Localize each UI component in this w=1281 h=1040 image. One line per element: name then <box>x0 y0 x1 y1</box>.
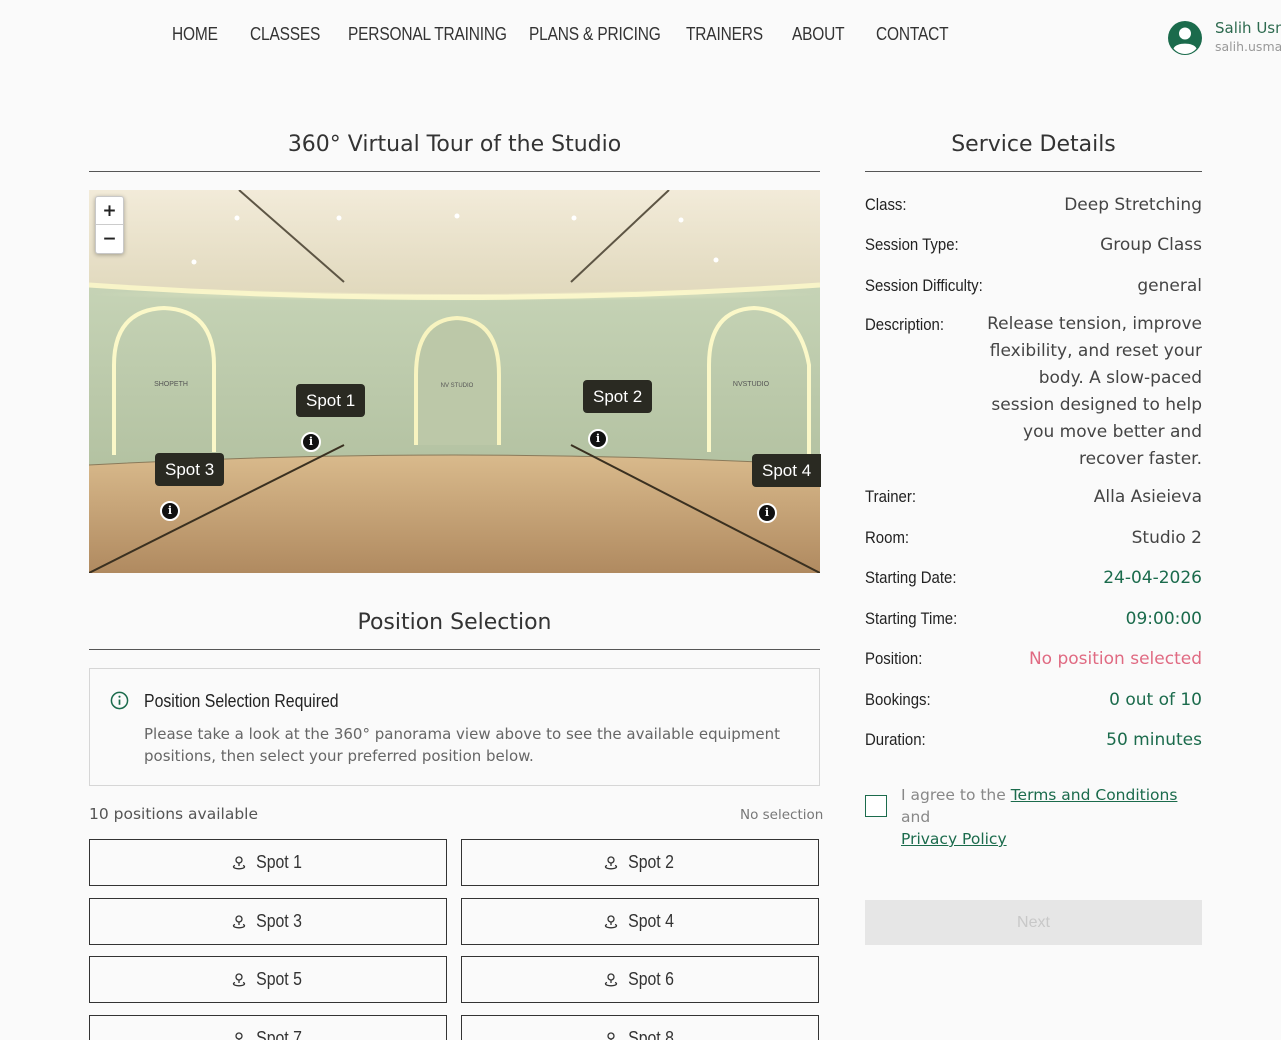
spot-button-label: Spot 5 <box>256 969 302 989</box>
hotspot-spot-3-label[interactable]: Spot 3 <box>155 453 225 486</box>
location-pin-icon <box>604 914 618 928</box>
nav-links: HOME CLASSES PERSONAL TRAINING PLANS & P… <box>172 24 978 45</box>
hotspot-spot-1-label[interactable]: Spot 1 <box>296 384 366 417</box>
info-circle-icon <box>110 691 129 710</box>
spot-8-button[interactable]: Spot 8 <box>461 1015 819 1040</box>
location-pin-icon <box>232 972 246 986</box>
location-pin-icon <box>232 914 246 928</box>
hotspot-spot-4-label[interactable]: Spot 4 <box>752 454 822 487</box>
terms-prefix: I agree to the <box>901 786 1011 804</box>
nav-personal-training[interactable]: PERSONAL TRAINING <box>348 24 507 45</box>
spot-button-label: Spot 7 <box>256 1028 302 1040</box>
nav-classes[interactable]: CLASSES <box>250 24 320 45</box>
spot-5-button[interactable]: Spot 5 <box>89 956 447 1003</box>
position-value: No position selected <box>1028 649 1202 669</box>
starting-date-label: Starting Date: <box>865 568 957 587</box>
tour-title: 360° Virtual Tour of the Studio <box>287 132 622 157</box>
zoom-control: + − <box>95 196 124 254</box>
user-name: Salih Usm <box>1215 19 1281 37</box>
svg-text:NVSTUDIO: NVSTUDIO <box>733 381 770 388</box>
duration-label: Duration: <box>865 730 926 749</box>
svg-text:SHOPETH: SHOPETH <box>154 381 188 388</box>
class-label: Class: <box>865 195 907 214</box>
terms-and: and <box>901 808 931 826</box>
user-email: salih.usma <box>1215 39 1281 54</box>
nav-trainers[interactable]: TRAINERS <box>686 24 763 45</box>
hotspot-spot-1-info-icon[interactable]: i <box>301 432 321 452</box>
user-circle-icon <box>1168 21 1202 55</box>
location-pin-icon <box>604 855 618 869</box>
position-selection-title: Position Selection <box>357 610 552 635</box>
trainer-value: Alla Asieieva <box>1093 487 1202 507</box>
terms-link[interactable]: Terms and Conditions <box>1011 786 1178 804</box>
bookings-value: 0 out of 10 <box>1109 690 1202 710</box>
hotspot-spot-2-label[interactable]: Spot 2 <box>583 380 653 413</box>
next-button[interactable]: Next <box>865 900 1202 945</box>
hotspot-spot-2-info-icon[interactable]: i <box>588 429 608 449</box>
service-details-title: Service Details <box>951 132 1116 157</box>
svg-text:NV STUDIO: NV STUDIO <box>441 383 474 389</box>
zoom-in-button[interactable]: + <box>96 197 123 225</box>
location-pin-icon <box>604 972 618 986</box>
nav-contact[interactable]: CONTACT <box>876 24 949 45</box>
spot-button-label: Spot 4 <box>628 911 674 931</box>
starting-date-value: 24-04-2026 <box>1103 568 1202 588</box>
spot-button-label: Spot 2 <box>628 852 674 872</box>
terms-text: I agree to the Terms and Conditions and P… <box>901 784 1211 850</box>
starting-time-label: Starting Time: <box>865 609 958 628</box>
class-value: Deep Stretching <box>1064 195 1202 215</box>
room-label: Room: <box>865 528 910 547</box>
room-value: Studio 2 <box>1131 528 1202 548</box>
spot-1-button[interactable]: Spot 1 <box>89 839 447 886</box>
bookings-label: Bookings: <box>865 690 931 709</box>
spot-4-button[interactable]: Spot 4 <box>461 898 819 945</box>
session-type-value: Group Class <box>1100 235 1202 255</box>
panorama-image: SHOPETH NV STUDIO NVSTUDIO <box>89 190 820 573</box>
spot-button-label: Spot 3 <box>256 911 302 931</box>
top-navigation: HOME CLASSES PERSONAL TRAINING PLANS & P… <box>0 0 1281 72</box>
duration-value: 50 minutes <box>1106 730 1202 750</box>
hotspot-spot-4-info-icon[interactable]: i <box>757 503 777 523</box>
selection-status: No selection <box>740 807 824 823</box>
position-label: Position: <box>865 649 923 668</box>
service-title-divider <box>865 171 1202 172</box>
description-label: Description: <box>865 315 944 334</box>
location-pin-icon <box>232 855 246 869</box>
panorama-viewer[interactable]: SHOPETH NV STUDIO NVSTUDIO <box>89 190 820 573</box>
trainer-label: Trainer: <box>865 487 916 506</box>
starting-time-value: 09:00:00 <box>1125 609 1202 629</box>
spot-6-button[interactable]: Spot 6 <box>461 956 819 1003</box>
position-required-notice: Position Selection Required Please take … <box>89 668 820 786</box>
nav-plans-pricing[interactable]: PLANS & PRICING <box>529 24 661 45</box>
hotspot-spot-3-info-icon[interactable]: i <box>160 501 180 521</box>
difficulty-label: Session Difficulty: <box>865 276 983 295</box>
session-type-label: Session Type: <box>865 235 959 254</box>
spot-3-button[interactable]: Spot 3 <box>89 898 447 945</box>
tour-title-divider <box>89 171 820 172</box>
location-pin-icon <box>235 1031 243 1040</box>
nav-home[interactable]: HOME <box>172 24 218 45</box>
terms-checkbox[interactable] <box>865 795 887 817</box>
description-value: Release tension, improve flexibility, an… <box>987 314 1202 469</box>
zoom-out-button[interactable]: − <box>96 225 123 253</box>
spot-2-button[interactable]: Spot 2 <box>461 839 819 886</box>
location-pin-icon <box>607 1031 615 1040</box>
spot-button-label: Spot 8 <box>628 1028 674 1040</box>
difficulty-value: general <box>1137 276 1202 296</box>
user-info: Salih Usm salih.usma <box>1215 18 1281 56</box>
nav-about[interactable]: ABOUT <box>792 24 845 45</box>
user-menu[interactable]: Salih Usm salih.usma <box>1167 18 1281 56</box>
spot-button-label: Spot 6 <box>628 969 674 989</box>
positions-available-count: 10 positions available <box>89 805 259 823</box>
privacy-policy-link[interactable]: Privacy Policy <box>901 830 1007 848</box>
spot-7-button[interactable]: Spot 7 <box>89 1015 447 1040</box>
notice-body: Please take a look at the 360° panorama … <box>144 725 781 765</box>
position-title-divider <box>89 649 820 650</box>
notice-title: Position Selection Required <box>144 691 339 711</box>
spot-button-label: Spot 1 <box>256 852 302 872</box>
